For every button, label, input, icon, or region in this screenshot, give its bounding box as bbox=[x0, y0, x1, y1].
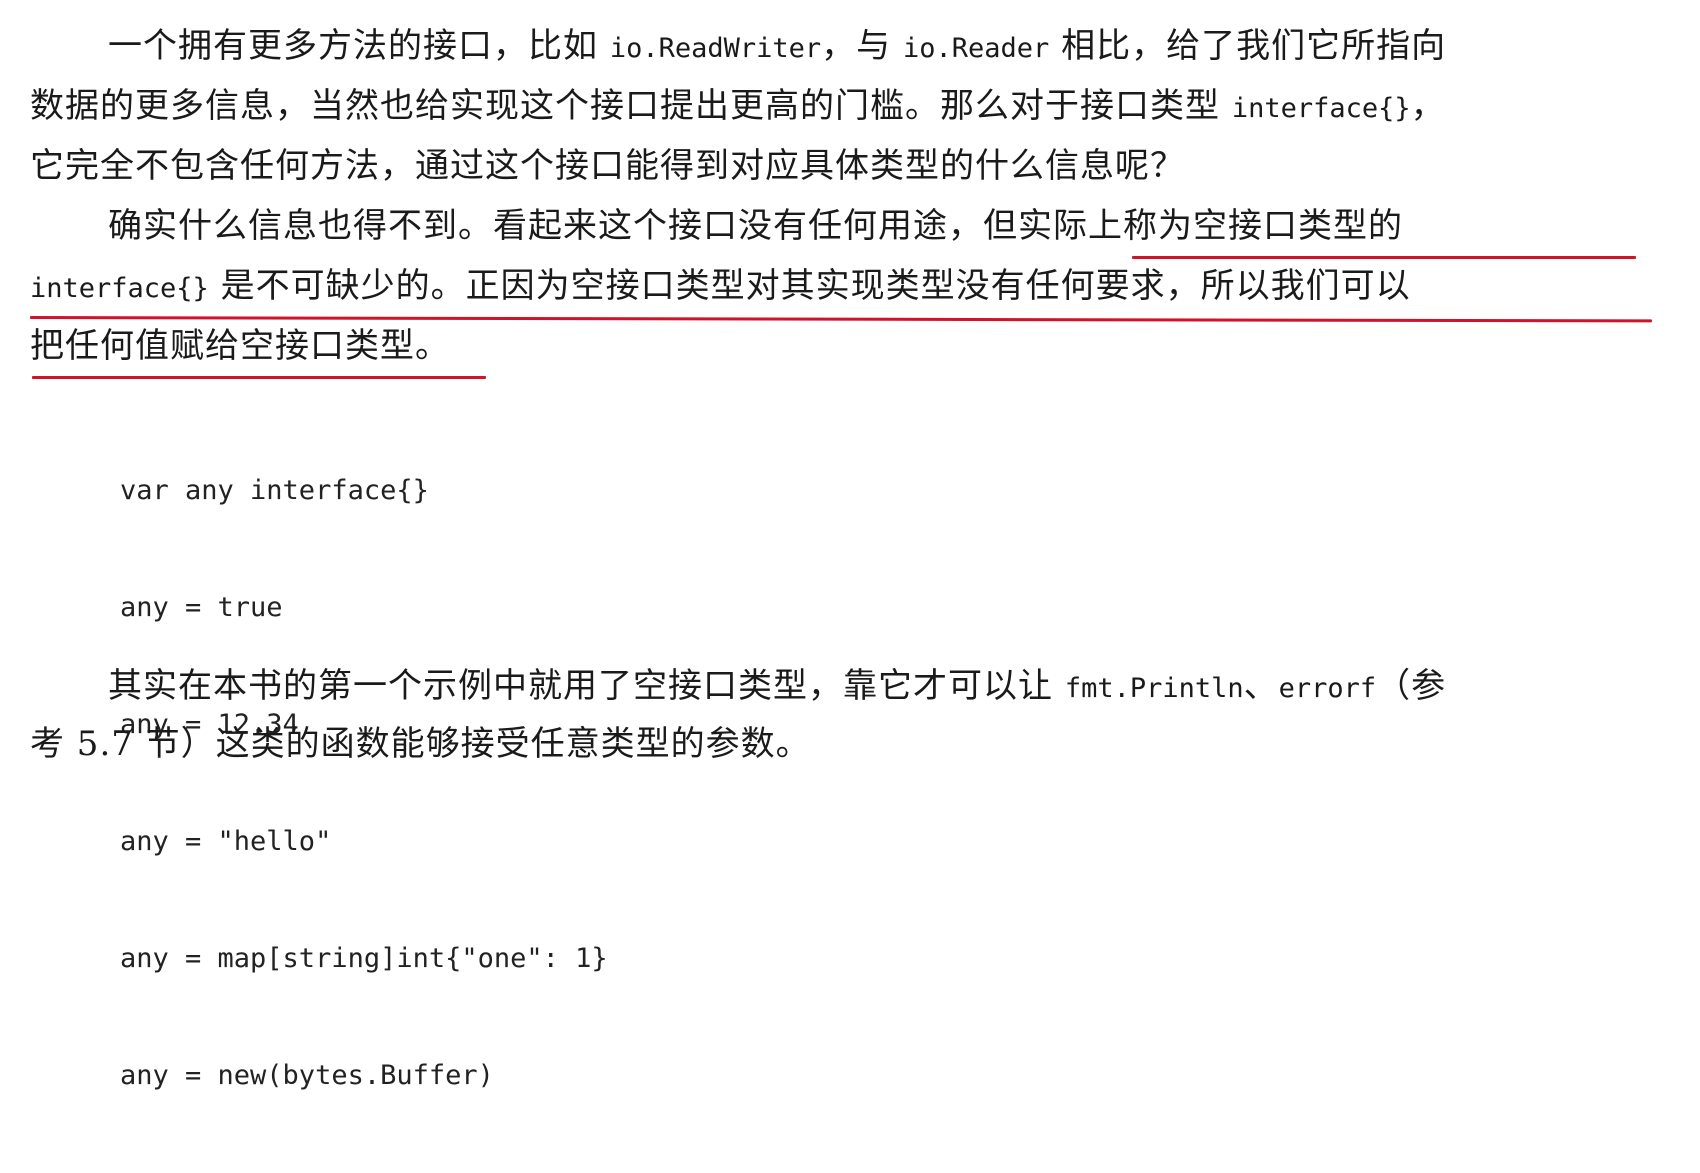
code-block: var any interface{} any = true any = 12.… bbox=[120, 393, 608, 1173]
code-line: var any interface{} bbox=[120, 475, 429, 506]
paragraph-3-line-1: 其实在本书的第一个示例中就用了空接口类型，靠它才可以让 fmt.Println、… bbox=[108, 666, 1447, 706]
code-line: any = new(bytes.Buffer) bbox=[120, 1060, 494, 1091]
paragraph-2-line-3: 把任何值赋给空接口类型。 bbox=[30, 326, 1620, 366]
code-line: any = true bbox=[120, 592, 283, 623]
red-underline bbox=[29, 316, 1652, 323]
paragraph-2-line-1: 确实什么信息也得不到。看起来这个接口没有任何用途，但实际上称为空接口类型的 bbox=[108, 206, 1403, 246]
inline-code: fmt.Println bbox=[1064, 673, 1244, 704]
paragraph-1-line-3: 它完全不包含任何方法，通过这个接口能得到对应具体类型的什么信息呢？ bbox=[30, 146, 1185, 186]
paragraph-3-line-2: 考 5.7 节）这类的函数能够接受任意类型的参数。 bbox=[30, 724, 811, 764]
paragraph-1-line-1: 一个拥有更多方法的接口，比如 io.ReadWriter，与 io.Reader… bbox=[108, 26, 1447, 66]
inline-code: io.ReadWriter bbox=[609, 33, 822, 64]
code-line: any = "hello" bbox=[120, 826, 332, 857]
book-page: 一个拥有更多方法的接口，比如 io.ReadWriter，与 io.Reader… bbox=[0, 0, 1700, 1091]
inline-code: interface{} bbox=[30, 273, 209, 304]
code-line: any = map[string]int{"one": 1} bbox=[120, 943, 608, 974]
highlighted-text: 是不可缺少的。正因为空接口类型对其实现类型没有任何要求，所以我们可以 bbox=[208, 266, 1411, 306]
highlighted-text: 但实际上称为空接口类型的 bbox=[983, 206, 1403, 246]
inline-code: io.Reader bbox=[902, 33, 1050, 64]
paragraph-2-line-2: interface{} 是不可缺少的。正因为空接口类型对其实现类型没有任何要求，… bbox=[30, 266, 1620, 309]
red-underline bbox=[32, 376, 486, 379]
highlighted-text: 把任何值赋给空接口类型。 bbox=[30, 326, 450, 366]
inline-code: errorf bbox=[1278, 673, 1377, 704]
inline-code: interface{} bbox=[1231, 93, 1411, 124]
paragraph-1-line-2: 数据的更多信息，当然也给实现这个接口提出更高的门槛。那么对于接口类型 inter… bbox=[30, 86, 1446, 126]
red-underline bbox=[1132, 256, 1636, 259]
